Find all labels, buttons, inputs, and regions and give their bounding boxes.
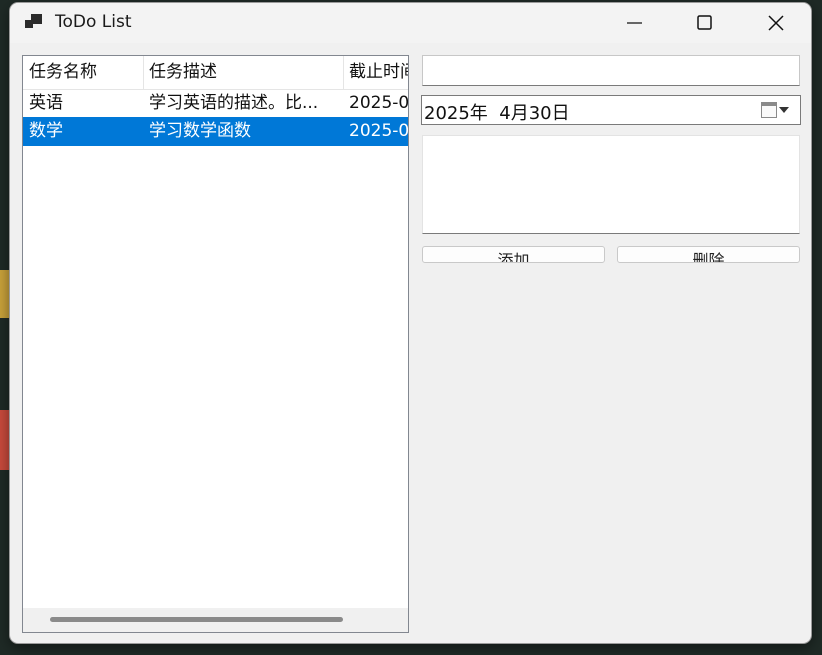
cell-task-deadline: 2025-04-30 <box>349 93 408 113</box>
close-icon <box>768 15 784 31</box>
cell-task-name: 数学 <box>29 121 63 141</box>
minimize-icon <box>627 22 642 24</box>
add-button[interactable]: 添加 <box>422 246 605 263</box>
task-description-input[interactable] <box>422 135 800 234</box>
task-name-input[interactable] <box>422 55 800 86</box>
title-bar[interactable]: ToDo List <box>10 3 811 43</box>
maximize-icon <box>697 15 712 30</box>
column-header-deadline[interactable]: 截止时间 <box>343 56 408 89</box>
app-icon <box>25 14 43 30</box>
table-row[interactable]: 英语 学习英语的描述。比... 2025-04-30 <box>23 89 408 118</box>
cell-task-description: 学习英语的描述。比... <box>149 93 319 113</box>
table-row-selected[interactable]: 数学 学习数学函数 2025-04-30 <box>23 117 408 146</box>
cell-task-description: 学习数学函数 <box>149 121 251 141</box>
cell-task-name: 英语 <box>29 93 63 113</box>
minimize-button[interactable] <box>600 3 670 43</box>
horizontal-scrollbar[interactable] <box>23 608 408 632</box>
delete-button[interactable]: 删除 <box>617 246 800 263</box>
dropdown-arrow-icon[interactable] <box>779 107 789 113</box>
list-header: 任务名称 任务描述 截止时间 <box>23 56 408 90</box>
deadline-date-picker[interactable]: 2025年 4月30日 <box>421 95 801 125</box>
desktop-background-pink <box>0 410 10 470</box>
desktop-background-yellow <box>0 270 10 318</box>
maximize-button[interactable] <box>670 3 740 43</box>
task-list-view[interactable]: 任务名称 任务描述 截止时间 英语 学习英语的描述。比... 2025-04-3… <box>22 55 409 633</box>
desktop-background <box>0 0 10 655</box>
todo-window: ToDo List 任务名称 任务描述 截止时间 英语 学习英语的描述。比...… <box>10 3 811 643</box>
scrollbar-thumb[interactable] <box>50 617 343 622</box>
calendar-icon[interactable] <box>761 102 777 118</box>
column-header-description[interactable]: 任务描述 <box>143 56 343 89</box>
cell-task-deadline: 2025-04-30 <box>349 121 408 141</box>
close-button[interactable] <box>741 3 811 43</box>
column-header-name[interactable]: 任务名称 <box>23 56 143 89</box>
date-value: 2025年 4月30日 <box>424 103 570 124</box>
window-title: ToDo List <box>55 12 132 32</box>
